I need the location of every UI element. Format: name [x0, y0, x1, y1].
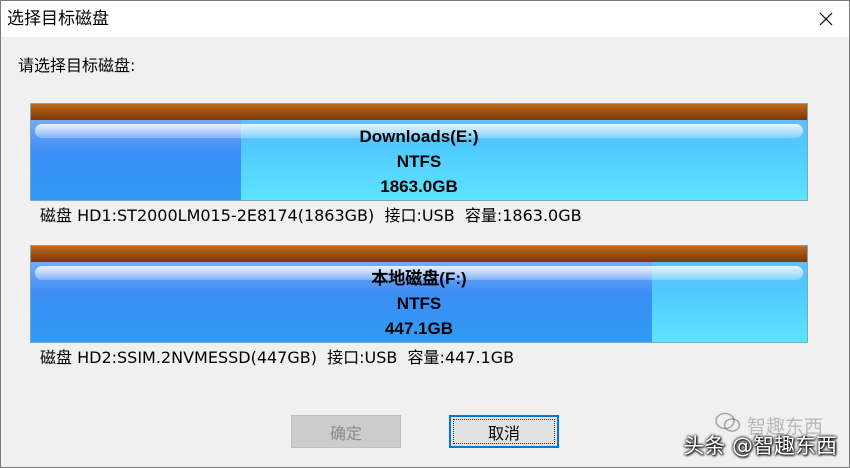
ok-button[interactable]: 确定	[291, 415, 401, 448]
prompt-label: 请选择目标磁盘:	[18, 56, 136, 75]
cancel-button[interactable]: 取消	[449, 415, 559, 448]
volume-label: Downloads(E:)	[359, 127, 479, 146]
volume-label: 本地磁盘(F:)	[371, 269, 467, 288]
partition-labels: 本地磁盘(F:) NTFS 447.1GB	[31, 266, 807, 341]
filesystem-label: NTFS	[396, 294, 442, 313]
watermark-text: 头条 @智趣东西	[683, 434, 837, 458]
disk-partition-bar-e[interactable]: Downloads(E:) NTFS 1863.0GB	[30, 103, 808, 201]
partition-labels: Downloads(E:) NTFS 1863.0GB	[31, 124, 807, 199]
window-title: 选择目标磁盘	[7, 9, 109, 29]
title-bar[interactable]: 选择目标磁盘	[1, 1, 849, 37]
filesystem-label: NTFS	[396, 152, 442, 171]
watermark: 头条 @智趣东西	[683, 433, 837, 459]
disk-partition-bar-f[interactable]: 本地磁盘(F:) NTFS 447.1GB	[30, 245, 808, 343]
partition-size-label: 447.1GB	[384, 319, 454, 338]
close-icon	[819, 12, 833, 26]
disk-bar-cap	[31, 104, 807, 120]
select-target-disk-dialog: 选择目标磁盘 请选择目标磁盘: Downloads(E:) NTFS 1863.…	[0, 0, 850, 468]
disk-bar-cap	[31, 246, 807, 262]
disk-info-hd1: 磁盘 HD1:ST2000LM015-2E8174(1863GB) 接口:USB…	[40, 206, 582, 225]
disk-info-hd2: 磁盘 HD2:SSIM.2NVMESSD(447GB) 接口:USB 容量:44…	[40, 348, 515, 367]
close-button[interactable]	[803, 1, 849, 37]
partition-size-label: 1863.0GB	[380, 177, 458, 196]
